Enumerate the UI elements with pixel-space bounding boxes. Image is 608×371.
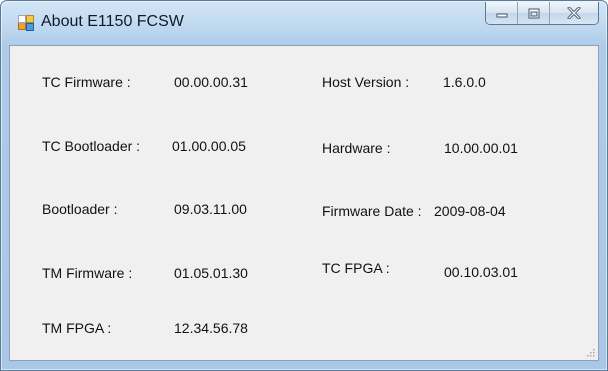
tc-fpga-label: TC FPGA : <box>322 260 390 276</box>
bootloader-value: 09.03.11.00 <box>174 201 247 217</box>
maximize-icon <box>528 8 539 18</box>
hardware-value: 10.00.00.01 <box>444 140 518 156</box>
tc-bootloader-label: TC Bootloader : <box>42 138 141 154</box>
window-controls <box>485 2 599 25</box>
application-icon <box>18 15 34 31</box>
close-button[interactable] <box>550 2 598 24</box>
resize-grip-icon[interactable] <box>585 347 595 357</box>
close-icon <box>567 7 581 19</box>
host-version-value: 1.6.0.0 <box>443 74 486 90</box>
title-bar[interactable]: About E1150 FCSW <box>1 1 607 45</box>
minimize-icon <box>496 13 507 18</box>
firmware-date-value: 2009-08-04 <box>434 203 506 219</box>
firmware-date-label: Firmware Date : <box>322 203 422 219</box>
tc-firmware-label: TC Firmware : <box>42 74 131 90</box>
about-window: About E1150 FCSW TC Firmware: 00.00.00.… <box>0 0 608 371</box>
window-title: About E1150 FCSW <box>41 13 184 30</box>
bootloader-label: Bootloader : <box>42 201 118 217</box>
host-version-label: Host Version : <box>322 74 410 90</box>
hardware-label: Hardware : <box>322 140 391 156</box>
tc-bootloader-value: 01.00.00.05 <box>172 138 246 154</box>
tm-fpga-label: TM FPGA : <box>42 320 112 336</box>
tc-firmware-value: 00.00.00.31 <box>174 74 248 90</box>
tc-fpga-value: 00.10.03.01 <box>444 264 518 280</box>
info-panel: TC Firmware : 00.00.00.31 TC Bootloader … <box>9 45 599 361</box>
minimize-button[interactable] <box>486 2 518 24</box>
tm-firmware-value: 01.05.01.30 <box>174 265 248 281</box>
tm-fpga-value: 12.34.56.78 <box>174 320 248 336</box>
maximize-button[interactable] <box>518 2 550 24</box>
tm-firmware-label: TM Firmware : <box>42 265 133 281</box>
